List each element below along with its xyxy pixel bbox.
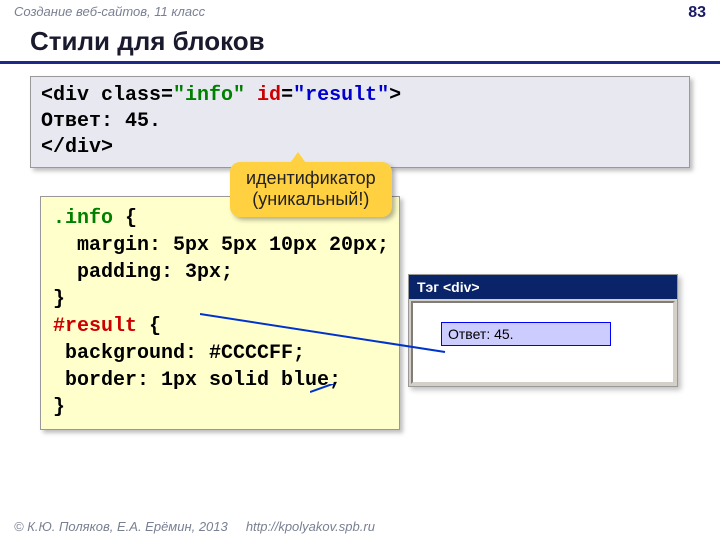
copyright: © К.Ю. Поляков, Е.А. Ерёмин, 2013 xyxy=(14,519,228,534)
course-label: Создание веб-сайтов, 11 класс xyxy=(14,4,205,22)
html-code-box: <div class="info" id="result"> Ответ: 45… xyxy=(30,76,690,168)
code-line: } xyxy=(53,286,387,313)
code-line: margin: 5px 5px 10px 20px; xyxy=(53,232,387,259)
code-line: </div> xyxy=(41,135,679,161)
preview-titlebar: Тэг <div> xyxy=(409,275,677,299)
code-line: Ответ: 45. xyxy=(41,109,679,135)
slide-title: Стили для блоков xyxy=(0,24,720,64)
slide-header: Создание веб-сайтов, 11 класс 83 xyxy=(0,0,720,24)
preview-div-rendered: Ответ: 45. xyxy=(441,322,611,346)
callout-line2: (уникальный!) xyxy=(246,189,376,210)
code-line: padding: 3px; xyxy=(53,259,387,286)
code-line: } xyxy=(53,394,387,421)
code-line: <div class="info" id="result"> xyxy=(41,83,679,109)
callout-tail xyxy=(288,152,308,166)
callout-line1: идентификатор xyxy=(246,168,376,189)
code-line: background: #CCCCFF; xyxy=(53,340,387,367)
preview-body: Ответ: 45. xyxy=(411,301,675,384)
footer-url: http://kpolyakov.spb.ru xyxy=(246,519,375,534)
page-number: 83 xyxy=(688,4,706,22)
slide-footer: © К.Ю. Поляков, Е.А. Ерёмин, 2013 http:/… xyxy=(14,519,375,534)
slide-content: <div class="info" id="result"> Ответ: 45… xyxy=(0,64,720,430)
preview-window: Тэг <div> Ответ: 45. xyxy=(408,274,678,387)
callout-bubble: идентификатор (уникальный!) xyxy=(230,162,392,217)
code-line: border: 1px solid blue; xyxy=(53,367,387,394)
code-line: #result { xyxy=(53,313,387,340)
css-code-box: .info { margin: 5px 5px 10px 20px; paddi… xyxy=(40,196,400,430)
